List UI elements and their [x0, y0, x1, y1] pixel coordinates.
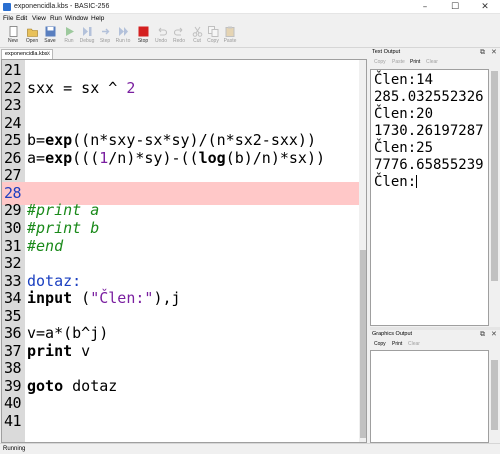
debug-button[interactable]: Debug: [77, 25, 97, 47]
toolbar-button-label: Save: [44, 38, 56, 44]
text-output-copy-button[interactable]: Copy: [374, 59, 386, 65]
run-to-button[interactable]: Run to: [113, 25, 133, 47]
close-panel-icon[interactable]: ✕: [491, 330, 497, 338]
paste-button[interactable]: Paste: [220, 25, 240, 47]
menu-view[interactable]: View: [32, 15, 46, 22]
toolbar-button-label: New: [7, 38, 18, 44]
stop-button[interactable]: Stop: [133, 25, 153, 47]
output-line-text: Člen:14: [374, 72, 434, 88]
run-button[interactable]: Run: [59, 25, 79, 47]
title-bar: exponencidla.kbs - BASIC-256 – ☐ ✕: [0, 0, 500, 14]
float-icon[interactable]: ⧉: [480, 330, 485, 339]
debug-icon: [82, 26, 93, 37]
close-button[interactable]: ✕: [470, 0, 500, 14]
redo-button[interactable]: Redo: [169, 25, 189, 47]
graphics-output-clear-button[interactable]: Clear: [408, 341, 420, 347]
step-button[interactable]: Step: [95, 25, 115, 47]
toolbar-button-label: Debug: [79, 38, 95, 44]
output-line: 7776.65855239: [374, 157, 484, 173]
output-line-text: 7776.65855239: [374, 157, 484, 173]
output-line-text: 285.032552326: [374, 89, 484, 105]
stop-icon: [138, 26, 149, 37]
output-line: Člen:: [374, 174, 418, 190]
menu-help[interactable]: Help: [91, 15, 104, 22]
minimize-button[interactable]: –: [410, 0, 440, 14]
undo-button[interactable]: Undo: [151, 25, 171, 47]
paste-icon: [225, 26, 236, 37]
save-disk-icon: [45, 26, 56, 37]
output-line-text: Člen:: [374, 174, 417, 190]
menu-file[interactable]: File: [3, 15, 13, 22]
editor-vertical-scrollbar[interactable]: [359, 60, 366, 442]
graphics-output-copy-button[interactable]: Copy: [374, 341, 386, 347]
redo-icon: [173, 26, 185, 37]
output-line: Člen:14: [374, 72, 433, 88]
text-output-clear-button[interactable]: Clear: [426, 59, 438, 65]
editor-scrollbar-thumb[interactable]: [360, 250, 366, 438]
close-panel-icon[interactable]: ✕: [491, 48, 497, 56]
tab-close-icon[interactable]: x: [47, 51, 50, 57]
output-line: 1730.26197287: [374, 123, 484, 139]
toolbar-button-label: Run: [64, 38, 74, 44]
graphics-output-area[interactable]: [370, 350, 489, 443]
status-bar: Running: [0, 443, 500, 454]
graphics-vertical-scrollbar[interactable]: [489, 350, 500, 443]
toolbar: New Open Save Run Debug Step Run to Stop Undo Red…: [0, 24, 500, 48]
menu-edit[interactable]: Edit: [16, 15, 27, 22]
editor-tab-label: exponencidla.kbs: [5, 51, 48, 57]
new-button[interactable]: New: [3, 25, 23, 47]
toolbar-button-label: Undo: [155, 38, 167, 44]
graphics-scrollbar-thumb[interactable]: [491, 360, 498, 430]
graphics-output-print-button[interactable]: Print: [392, 341, 402, 347]
toolbar-button-label: Paste: [223, 38, 237, 44]
toolbar-button-label: Run to: [115, 38, 131, 44]
output-line: 285.032552326: [374, 89, 484, 105]
cut-scissors-icon: [192, 26, 203, 37]
editor-tab[interactable]: exponencidla.kbs x: [1, 49, 53, 59]
menu-window[interactable]: Window: [65, 15, 88, 22]
graphics-output-title: Graphics Output: [372, 331, 413, 337]
output-scrollbar-thumb[interactable]: [491, 71, 498, 281]
text-output-title: Text Output: [372, 49, 401, 55]
undo-icon: [156, 26, 167, 37]
app-icon: [3, 3, 11, 11]
code-editor[interactable]: 21 22 sxx = sx ^ 2 23 24 25 b=exp((n*sxy-sx*sy…: [1, 59, 367, 443]
open-button[interactable]: Open: [22, 25, 42, 47]
text-output-paste-button[interactable]: Paste: [392, 59, 405, 65]
toolbar-button-label: Open: [25, 38, 39, 44]
toolbar-button-label: Redo: [173, 38, 185, 44]
output-vertical-scrollbar[interactable]: [489, 69, 500, 326]
status-text: Running: [3, 446, 26, 452]
save-button[interactable]: Save: [40, 25, 60, 47]
graphics-output-header: Graphics Output ⧉ ✕ Copy Print Clear: [370, 330, 500, 349]
text-output-area[interactable]: Člen:14 285.032552326 Člen:20 1730.26197287…: [370, 69, 489, 326]
code-line[interactable]: 41: [2, 410, 362, 433]
text-output-print-button[interactable]: Print: [410, 59, 420, 65]
text-output-header: Text Output ⧉ ✕ Copy Paste Print Clear: [370, 48, 500, 68]
output-line-text: Člen:25: [374, 140, 434, 156]
toolbar-button-label: Stop: [137, 38, 149, 44]
line-number: 41: [4, 412, 22, 430]
output-line: Člen:20: [374, 106, 433, 122]
open-folder-icon: [26, 26, 38, 37]
output-line-text: Člen:20: [374, 106, 434, 122]
float-icon[interactable]: ⧉: [480, 48, 485, 57]
text-caret: [416, 175, 418, 188]
run-play-icon: [64, 26, 75, 37]
maximize-button[interactable]: ☐: [440, 0, 470, 14]
window-title: exponencidla.kbs - BASIC-256: [14, 3, 110, 10]
new-file-icon: [8, 26, 19, 37]
toolbar-button-label: Step: [99, 38, 111, 44]
menu-bar: File Edit View Run Window Help: [0, 14, 500, 24]
menu-run[interactable]: Run: [50, 15, 62, 22]
run-to-icon: [118, 26, 129, 37]
step-icon: [100, 26, 111, 37]
tab-bar: exponencidla.kbs x: [0, 48, 367, 59]
output-line: Člen:25: [374, 140, 433, 156]
output-line-text: 1730.26197287: [374, 123, 484, 139]
copy-icon: [207, 26, 219, 37]
